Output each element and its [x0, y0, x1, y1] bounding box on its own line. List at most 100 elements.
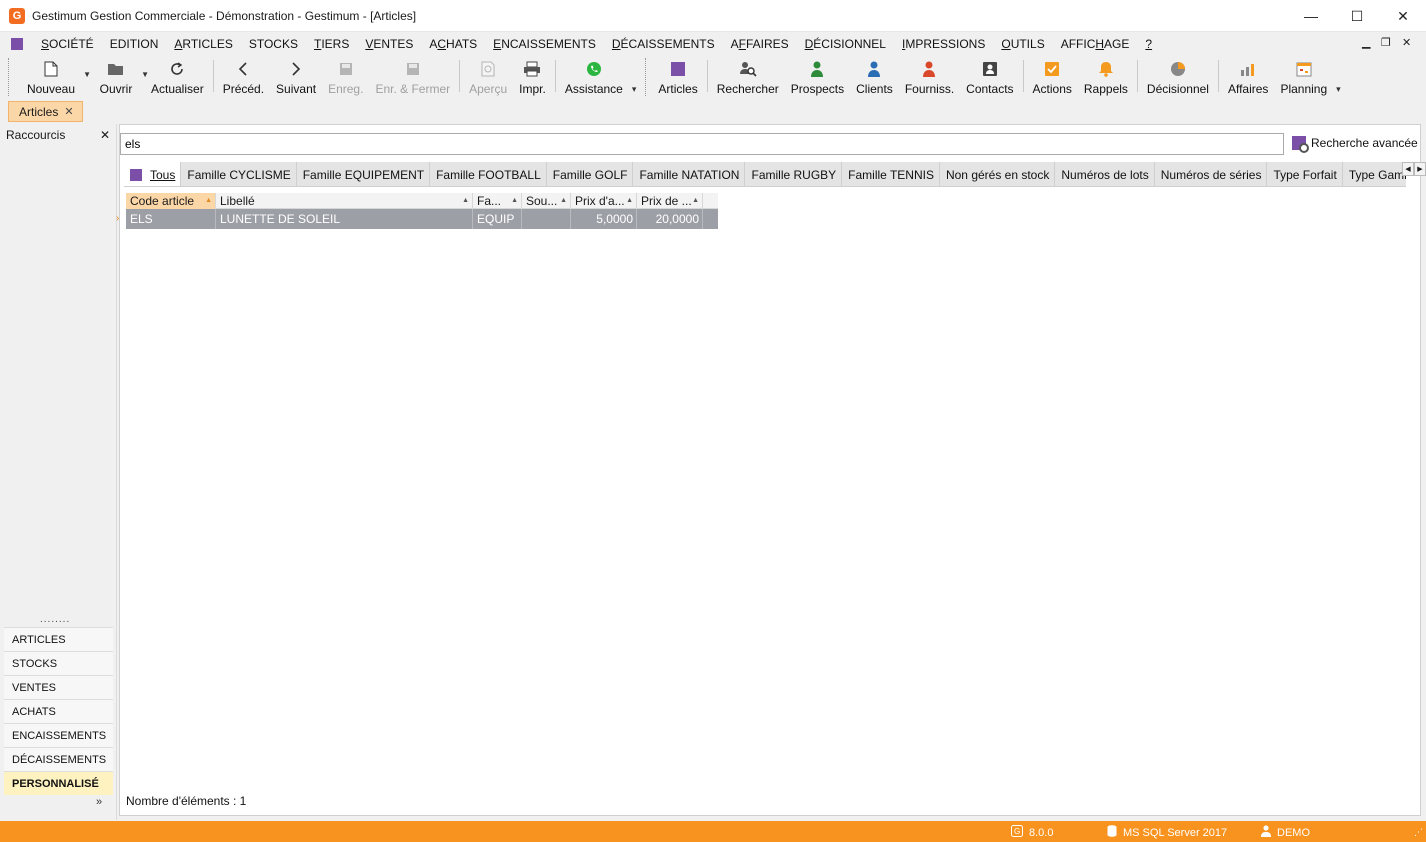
window-title: Gestimum Gestion Commerciale - Démonstra… [32, 8, 417, 23]
shortcut-group-3[interactable]: ACHATS [4, 699, 113, 723]
panel-splitter[interactable]: ........ [40, 614, 70, 625]
filter-tabs: Tous Famille CYCLISME Famille EQUIPEMENT Fa… [124, 162, 1406, 187]
column-header-1[interactable]: Libellé ▲ [216, 193, 473, 209]
column-header-3[interactable]: Sou... ▲ [522, 193, 571, 209]
close-panel-icon[interactable]: ✕ [100, 128, 110, 142]
enregistrer-fermer-button[interactable]: Enr. & Fermer [369, 56, 456, 96]
advanced-search-button[interactable]: Recherche avancée [1292, 136, 1418, 153]
clients-button[interactable]: Clients [850, 56, 899, 96]
menu-bar: SOCIÉTÉ EDITION ARTICLES STOCKS TIERS VENTES A… [0, 33, 1426, 55]
filter-tab-8[interactable]: Non gérés en stock [940, 162, 1056, 186]
item-count: Nombre d'éléments : 1 [126, 794, 247, 808]
search-input[interactable] [120, 133, 1284, 155]
menu-item-11[interactable]: IMPRESSIONS [894, 37, 993, 51]
filter-tab-4[interactable]: Famille GOLF [547, 162, 634, 186]
clients-person-icon [865, 60, 883, 78]
sort-arrow-icon: ▲ [205, 197, 212, 204]
filter-tab-1[interactable]: Famille CYCLISME [181, 162, 297, 186]
column-header-2[interactable]: Fa... ▲ [473, 193, 522, 209]
menu-item-2[interactable]: ARTICLES [166, 37, 240, 51]
menu-item-14[interactable]: ? [1137, 37, 1160, 51]
table-cell: ELS [126, 209, 216, 229]
column-header-0[interactable]: Code article ▲ [126, 193, 216, 209]
maximize-button[interactable]: ☐ [1334, 0, 1380, 32]
menu-item-3[interactable]: STOCKS [241, 37, 306, 51]
actualiser-button[interactable]: Actualiser [145, 56, 210, 96]
tab-articles[interactable]: Articles ✕ [8, 101, 83, 122]
shortcut-group-1[interactable]: STOCKS [4, 651, 113, 675]
tab-scroll-left-icon[interactable]: ◀ [1402, 162, 1414, 176]
menu-item-7[interactable]: ENCAISSEMENTS [485, 37, 604, 51]
menu-item-13[interactable]: AFFICHAGE [1053, 37, 1138, 51]
articles-button[interactable]: Articles [652, 56, 703, 96]
chevron-right-icon [287, 60, 305, 78]
toolbar-grip[interactable] [8, 58, 11, 96]
close-tab-icon[interactable]: ✕ [64, 105, 73, 118]
precedent-button[interactable]: Précéd. [217, 56, 270, 96]
fournisseurs-button[interactable]: Fourniss. [899, 56, 960, 96]
column-header-5[interactable]: Prix de ... ▲ [637, 193, 703, 209]
filter-tab-0[interactable]: Tous [124, 162, 182, 186]
menu-item-6[interactable]: ACHATS [421, 37, 485, 51]
preview-icon [479, 60, 497, 78]
rechercher-button[interactable]: Rechercher [711, 56, 785, 96]
nouveau-button[interactable]: Nouveau ▼ [15, 56, 91, 96]
bar-chart-icon [1239, 60, 1257, 78]
filter-tab-7[interactable]: Famille TENNIS [842, 162, 940, 186]
bell-icon [1097, 60, 1115, 78]
resize-grip-icon[interactable]: ⋰ [1414, 827, 1423, 838]
filter-tab-12[interactable]: Type Gamme [1343, 162, 1406, 186]
toolbar-overflow-icon[interactable]: ▾ [1333, 84, 1344, 95]
shortcuts-panel: Raccourcis ✕ ........ ARTICLES STOCKS VENT… [0, 124, 117, 820]
menu-item-12[interactable]: OUTILS [993, 37, 1052, 51]
filter-tab-5[interactable]: Famille NATATION [633, 162, 746, 186]
shortcut-group-5[interactable]: DÉCAISSEMENTS [4, 747, 113, 771]
suivant-button[interactable]: Suivant [270, 56, 322, 96]
menu-item-0[interactable]: SOCIÉTÉ [33, 37, 102, 51]
shortcut-group-0[interactable]: ARTICLES [4, 627, 113, 651]
decisionnel-button[interactable]: Décisionnel [1141, 56, 1215, 96]
shortcut-group-2[interactable]: VENTES [4, 675, 113, 699]
mdi-close-button[interactable]: ✕ [1402, 36, 1411, 49]
mdi-minimize-button[interactable]: ▁ [1362, 36, 1370, 49]
current-row-indicator-icon: › [116, 213, 120, 224]
menu-app-icon[interactable] [11, 38, 23, 50]
menu-item-10[interactable]: DÉCISIONNEL [797, 37, 894, 51]
planning-button[interactable]: Planning [1274, 56, 1333, 96]
shortcut-group-6[interactable]: PERSONNALISÉ [4, 771, 113, 795]
filter-tab-9[interactable]: Numéros de lots [1055, 162, 1155, 186]
menu-item-5[interactable]: VENTES [357, 37, 421, 51]
table-row[interactable]: ELS LUNETTE DE SOLEIL EQUIP 5,0000 20,0000 [126, 209, 718, 229]
minimize-button[interactable]: — [1288, 0, 1334, 32]
filter-tab-11[interactable]: Type Forfait [1267, 162, 1343, 186]
menu-item-9[interactable]: AFFAIRES [723, 37, 797, 51]
prospects-button[interactable]: Prospects [785, 56, 850, 96]
expand-panel-icon[interactable]: » [96, 796, 102, 808]
menu-item-1[interactable]: EDITION [102, 37, 167, 51]
rappels-button[interactable]: Rappels [1078, 56, 1134, 96]
shortcut-group-4[interactable]: ENCAISSEMENTS [4, 723, 113, 747]
toolbar-overflow-icon[interactable]: ▾ [629, 84, 640, 95]
menu-item-8[interactable]: DÉCAISSEMENTS [604, 37, 723, 51]
articles-list-view: Recherche avancée TousFamille CYCLISMEFa… [116, 124, 1426, 816]
filter-tab-3[interactable]: Famille FOOTBALL [430, 162, 547, 186]
filter-tab-6[interactable]: Famille RUGBY [745, 162, 843, 186]
imprimer-button[interactable]: Impr. [513, 56, 552, 96]
mdi-restore-button[interactable]: ❐ [1381, 36, 1391, 49]
contacts-button[interactable]: Contacts [960, 56, 1019, 96]
filter-tab-10[interactable]: Numéros de séries [1155, 162, 1268, 186]
title-bar: G Gestimum Gestion Commerciale - Démonst… [0, 0, 1426, 32]
ouvrir-button[interactable]: Ouvrir ▼ [87, 56, 149, 96]
enregistrer-button[interactable]: Enreg. [322, 56, 369, 96]
affaires-button[interactable]: Affaires [1222, 56, 1274, 96]
assistance-button[interactable]: Assistance [559, 56, 629, 96]
all-items-icon [130, 168, 142, 181]
menu-item-4[interactable]: TIERS [306, 37, 357, 51]
tab-scroll-right-icon[interactable]: ▶ [1414, 162, 1426, 176]
close-button[interactable]: ✕ [1380, 0, 1426, 32]
apercu-button[interactable]: Aperçu [463, 56, 513, 96]
column-header-4[interactable]: Prix d'a... ▲ [571, 193, 637, 209]
filter-tab-2[interactable]: Famille EQUIPEMENT [297, 162, 431, 186]
toolbar-grip[interactable] [645, 58, 648, 96]
actions-button[interactable]: Actions [1027, 56, 1078, 96]
